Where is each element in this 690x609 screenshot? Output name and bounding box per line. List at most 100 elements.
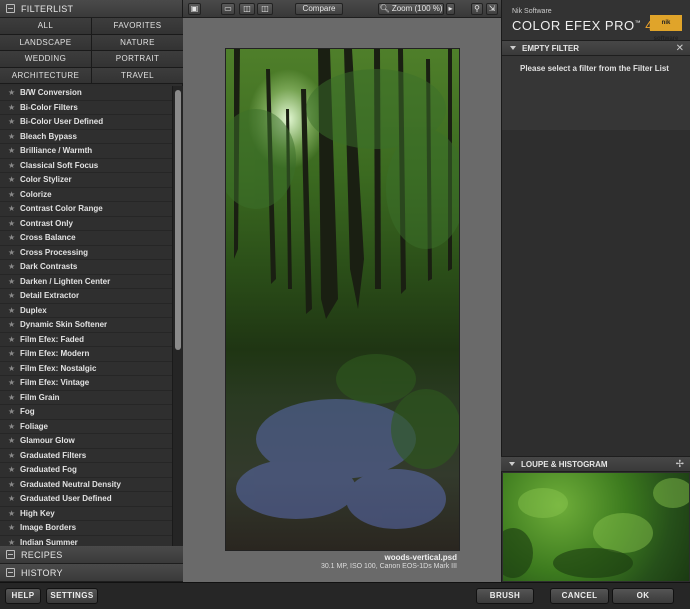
filter-item[interactable]: ★ Film Efex: Nostalgic (0, 361, 172, 377)
category-portrait[interactable]: PORTRAIT (92, 51, 183, 67)
filter-item[interactable]: ★ Graduated Fog (0, 463, 172, 478)
favorite-star-icon[interactable]: ★ (8, 536, 18, 547)
category-landscape[interactable]: LANDSCAPE (0, 34, 91, 50)
favorite-star-icon[interactable]: ★ (8, 492, 18, 507)
filter-item[interactable]: ★ Fog (0, 405, 172, 420)
filter-item[interactable]: ★ Brilliance / Warmth (0, 144, 172, 159)
filter-item[interactable]: ★ Contrast Only (0, 216, 172, 232)
category-favorites[interactable]: FAVORITES (92, 18, 183, 34)
compare-button[interactable]: Compare (295, 3, 343, 15)
favorite-star-icon[interactable]: ★ (8, 362, 18, 377)
help-button[interactable]: HELP (5, 588, 41, 604)
favorite-star-icon[interactable]: ★ (8, 188, 18, 203)
filter-item[interactable]: ★ Indian Summer (0, 535, 172, 547)
favorite-star-icon[interactable]: ★ (8, 217, 18, 232)
fit-view-icon[interactable]: ▣ (188, 3, 201, 15)
scrollbar-thumb[interactable] (175, 90, 181, 350)
brush-button[interactable]: BRUSH (476, 588, 534, 604)
brand-title: COLOR EFEX PRO™ 4 (512, 18, 653, 33)
preview-image[interactable] (225, 48, 460, 551)
favorite-star-icon[interactable]: ★ (8, 289, 18, 304)
empty-filter-header[interactable]: EMPTY FILTER ✕ (502, 40, 690, 56)
history-header[interactable]: HISTORY (0, 564, 183, 582)
filter-item[interactable]: ★ Glamour Glow (0, 434, 172, 449)
filterlist-header[interactable]: FILTERLIST (0, 0, 182, 18)
favorite-star-icon[interactable]: ★ (8, 318, 18, 333)
favorite-star-icon[interactable]: ★ (8, 507, 18, 522)
filter-item[interactable]: ★ Color Stylizer (0, 173, 172, 188)
filter-item[interactable]: ★ B/W Conversion (0, 86, 172, 101)
favorite-star-icon[interactable]: ★ (8, 275, 18, 290)
close-icon[interactable]: ✕ (676, 43, 684, 54)
zoom-arrow-icon[interactable]: ▸ (446, 3, 455, 15)
favorite-star-icon[interactable]: ★ (8, 391, 18, 406)
filter-item[interactable]: ★ Dynamic Skin Softener (0, 318, 172, 333)
category-wedding[interactable]: WEDDING (0, 51, 91, 67)
recipes-header[interactable]: RECIPES (0, 546, 183, 564)
filter-item[interactable]: ★ Classical Soft Focus (0, 158, 172, 174)
favorite-star-icon[interactable]: ★ (8, 101, 18, 116)
filter-item[interactable]: ★ Cross Processing (0, 245, 172, 261)
favorite-star-icon[interactable]: ★ (8, 202, 18, 217)
favorite-star-icon[interactable]: ★ (8, 405, 18, 420)
background-icon[interactable]: ⚲ (471, 3, 483, 15)
favorite-star-icon[interactable]: ★ (8, 159, 18, 174)
export-icon[interactable]: ⇲ (486, 3, 498, 15)
favorite-star-icon[interactable]: ★ (8, 463, 18, 478)
favorite-star-icon[interactable]: ★ (8, 260, 18, 275)
filter-item[interactable]: ★ High Key (0, 506, 172, 522)
category-architecture[interactable]: ARCHITECTURE (0, 67, 91, 83)
filter-item-label: Graduated Fog (20, 465, 77, 474)
filter-item[interactable]: ★ Film Grain (0, 390, 172, 406)
favorite-star-icon[interactable]: ★ (8, 115, 18, 130)
favorite-star-icon[interactable]: ★ (8, 347, 18, 362)
favorite-star-icon[interactable]: ★ (8, 144, 18, 159)
filter-item[interactable]: ★ Dark Contrasts (0, 260, 172, 275)
filter-item[interactable]: ★ Graduated Neutral Density (0, 477, 172, 493)
filter-item[interactable]: ★ Graduated User Defined (0, 492, 172, 507)
ok-button[interactable]: OK (612, 588, 674, 604)
favorite-star-icon[interactable]: ★ (8, 478, 18, 493)
filter-item[interactable]: ★ Contrast Color Range (0, 202, 172, 217)
category-travel[interactable]: TRAVEL (92, 67, 183, 83)
favorite-star-icon[interactable]: ★ (8, 130, 18, 145)
filter-item[interactable]: ★ Graduated Filters (0, 448, 172, 464)
favorite-star-icon[interactable]: ★ (8, 434, 18, 449)
favorite-star-icon[interactable]: ★ (8, 231, 18, 246)
side-by-side-view-icon[interactable]: ◫ (257, 3, 273, 15)
filter-item[interactable]: ★ Image Borders (0, 521, 172, 536)
favorite-star-icon[interactable]: ★ (8, 376, 18, 391)
filter-item[interactable]: ★ Film Efex: Faded (0, 332, 172, 348)
favorite-star-icon[interactable]: ★ (8, 304, 18, 319)
favorite-star-icon[interactable]: ★ (8, 86, 18, 101)
favorite-star-icon[interactable]: ★ (8, 420, 18, 435)
favorite-star-icon[interactable]: ★ (8, 333, 18, 348)
favorite-star-icon[interactable]: ★ (8, 173, 18, 188)
filter-item[interactable]: ★ Duplex (0, 303, 172, 319)
filter-item[interactable]: ★ Cross Balance (0, 231, 172, 246)
split-view-icon[interactable]: ◫ (239, 3, 255, 15)
empty-filter-message: Please select a filter from the Filter L… (520, 64, 669, 73)
loupe-histogram-header[interactable]: LOUPE & HISTOGRAM ✢ (501, 456, 690, 472)
filter-item[interactable]: ★ Darken / Lighten Center (0, 274, 172, 290)
filter-item[interactable]: ★ Bi-Color User Defined (0, 115, 172, 130)
brand-name: COLOR EFEX PRO (512, 18, 635, 33)
filter-item[interactable]: ★ Film Efex: Modern (0, 347, 172, 362)
category-nature[interactable]: NATURE (92, 34, 183, 50)
filter-item[interactable]: ★ Film Efex: Vintage (0, 376, 172, 391)
settings-button[interactable]: SETTINGS (46, 588, 98, 604)
filter-item[interactable]: ★ Detail Extractor (0, 289, 172, 304)
single-view-icon[interactable]: ▭ (221, 3, 235, 15)
category-all[interactable]: ALL (0, 18, 91, 34)
filter-item[interactable]: ★ Bi-Color Filters (0, 100, 172, 116)
favorite-star-icon[interactable]: ★ (8, 246, 18, 261)
filter-item[interactable]: ★ Foliage (0, 419, 172, 435)
filter-item[interactable]: ★ Bleach Bypass (0, 129, 172, 145)
filter-item[interactable]: ★ Colorize (0, 187, 172, 203)
cancel-button[interactable]: CANCEL (550, 588, 609, 604)
filter-list-scrollbar[interactable] (172, 86, 183, 546)
pin-icon[interactable]: ✢ (676, 459, 684, 470)
favorite-star-icon[interactable]: ★ (8, 449, 18, 464)
favorite-star-icon[interactable]: ★ (8, 521, 18, 536)
zoom-selector[interactable]: 🔍︎ Zoom (100 %) (378, 3, 444, 15)
